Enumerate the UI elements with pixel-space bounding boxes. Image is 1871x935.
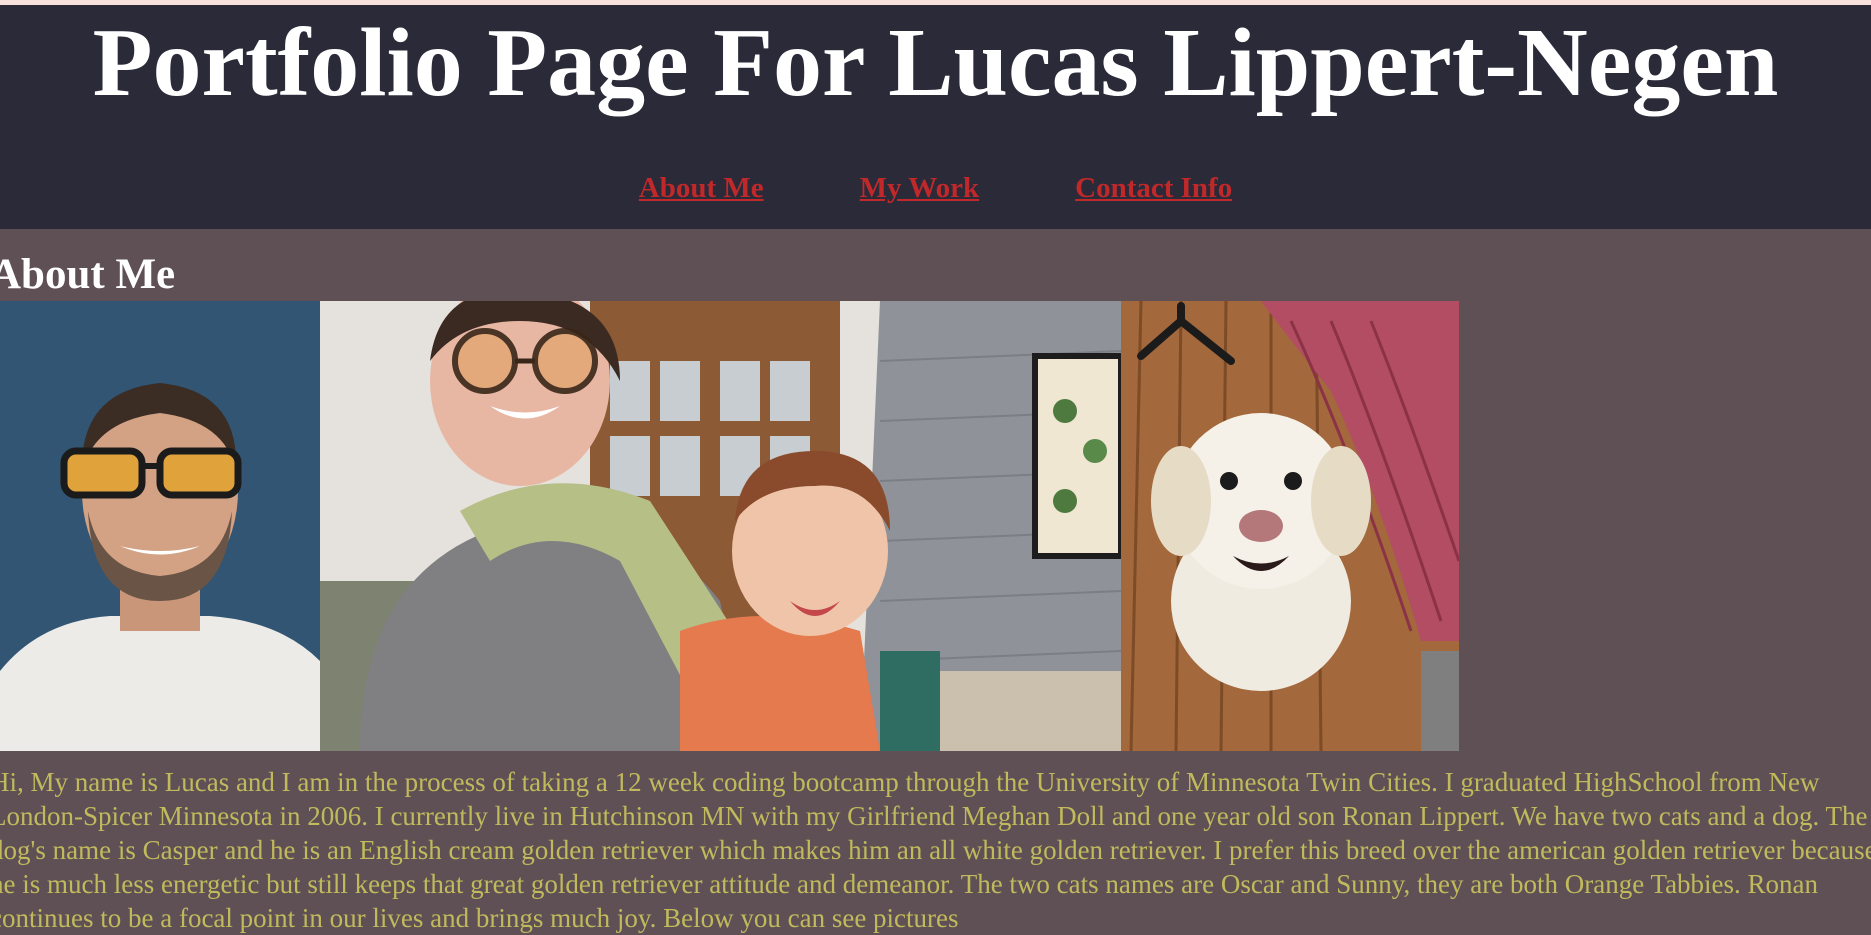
photo-casper-dog: [1121, 301, 1459, 751]
nav-link-about-me[interactable]: About Me: [639, 170, 764, 206]
nav-link-contact-info[interactable]: Contact Info: [1075, 170, 1232, 206]
page-title: Portfolio Page For Lucas Lippert-Negen: [92, 9, 1779, 117]
nav-link-my-work[interactable]: My Work: [860, 170, 980, 206]
bio-paragraph: Hi, My name is Lucas and I am in the pro…: [0, 767, 1871, 933]
site-header: Portfolio Page For Lucas Lippert-Negen A…: [0, 5, 1871, 229]
photo-meghan-and-ronan: [320, 301, 1121, 751]
main-nav: About Me My Work Contact Info: [0, 170, 1871, 206]
portrait-image: [0, 301, 320, 751]
family-image: [320, 301, 1121, 751]
dog-image: [1121, 301, 1459, 751]
about-me-heading: About Me: [0, 251, 176, 298]
photo-portrait-lucas: [0, 301, 320, 751]
